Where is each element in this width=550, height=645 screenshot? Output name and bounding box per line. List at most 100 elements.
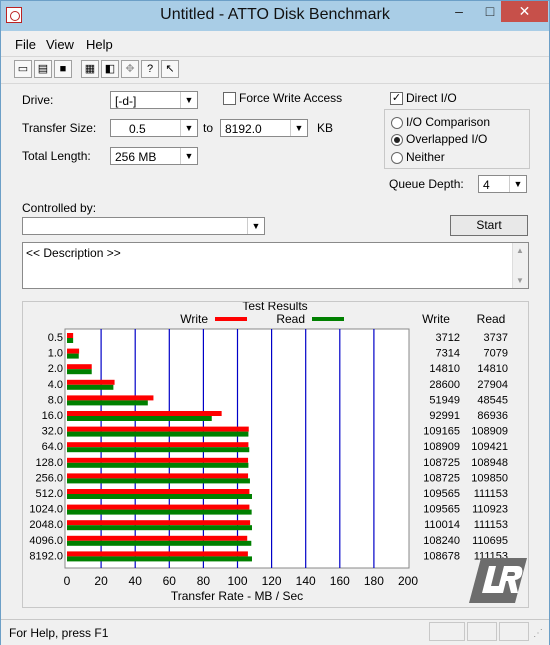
category-label: 8.0 <box>48 394 63 406</box>
move-icon[interactable]: ✥ <box>121 60 139 78</box>
transfer-from-select[interactable]: 0.5 ▼ <box>110 119 198 137</box>
category-label: 2.0 <box>48 363 63 375</box>
x-tick-label: 100 <box>227 574 247 588</box>
write-value: 51949 <box>429 394 460 406</box>
overlapped-io-label: Overlapped I/O <box>406 132 488 146</box>
read-bar <box>67 400 148 406</box>
description-text: << Description >> <box>26 246 121 260</box>
queue-depth-select[interactable]: 4 ▼ <box>478 175 527 193</box>
read-value: 111153 <box>474 488 508 500</box>
chart-category-labels: 0.5 1.0 2.0 4.0 8.0 16.0 32.0 64.0 128.0 256.0 512… <box>29 332 63 562</box>
write-value: 108678 <box>423 550 460 562</box>
category-label: 512.0 <box>35 488 63 500</box>
chevron-down-icon: ▼ <box>290 120 307 136</box>
save-icon[interactable]: ■ <box>54 60 72 78</box>
total-length-select[interactable]: 256 MB ▼ <box>110 147 198 165</box>
write-value: 108725 <box>423 457 460 469</box>
title-bar[interactable]: Untitled - ATTO Disk Benchmark – □ ✕ <box>1 1 549 31</box>
read-value: 27904 <box>477 379 508 391</box>
app-window: Untitled - ATTO Disk Benchmark – □ ✕ Fil… <box>0 0 550 645</box>
write-bar <box>67 348 80 354</box>
write-value: 3712 <box>436 332 460 344</box>
category-label: 8192.0 <box>29 550 63 562</box>
category-label: 1.0 <box>48 348 63 360</box>
category-label: 256.0 <box>35 472 63 484</box>
radio-io-comparison[interactable] <box>391 117 403 129</box>
start-label: Start <box>476 218 502 232</box>
menu-file[interactable]: File <box>15 37 36 52</box>
resize-grip-icon[interactable]: ⋰ <box>533 628 543 639</box>
print-preview-icon[interactable]: ◧ <box>101 60 119 78</box>
x-tick-label: 80 <box>197 574 211 588</box>
menu-view[interactable]: View <box>46 37 74 52</box>
chart-x-tick-labels: 0 20 40 60 80 100 120 140 160 180 200 <box>64 574 419 588</box>
read-bar <box>67 478 250 484</box>
column-header-read: Read <box>477 312 506 326</box>
read-value: 110695 <box>472 535 508 547</box>
status-pane-1 <box>429 622 465 641</box>
scroll-up-icon[interactable]: ▲ <box>516 246 524 255</box>
read-value: 48545 <box>477 394 508 406</box>
direct-io-label: Direct I/O <box>406 91 457 105</box>
status-pane-2 <box>467 622 497 641</box>
category-label: 16.0 <box>42 410 63 422</box>
transfer-to-select[interactable]: 8192.0 ▼ <box>220 119 308 137</box>
read-bar <box>67 384 114 390</box>
read-bar <box>67 447 250 453</box>
print-icon[interactable]: ▦ <box>81 60 99 78</box>
write-value: 108725 <box>423 472 460 484</box>
status-text: For Help, press F1 <box>9 626 109 640</box>
write-value: 7314 <box>436 348 460 360</box>
write-value: 108240 <box>423 535 460 547</box>
write-bar <box>67 520 251 526</box>
description-scrollbar[interactable]: ▲ ▼ <box>512 243 528 288</box>
close-button[interactable]: ✕ <box>501 1 548 22</box>
queue-depth-label: Queue Depth: <box>389 177 464 191</box>
chevron-down-icon: ▼ <box>180 92 197 108</box>
description-field[interactable]: << Description >> ▲ ▼ <box>22 242 529 289</box>
chevron-down-icon: ▼ <box>180 120 197 136</box>
radio-neither[interactable] <box>391 152 403 164</box>
read-value: 108948 <box>471 457 508 469</box>
read-bar <box>67 556 252 562</box>
write-value: 14810 <box>429 363 460 375</box>
write-value: 28600 <box>429 379 460 391</box>
legend-read-label: Read <box>276 312 305 326</box>
write-value: 110014 <box>424 519 460 531</box>
read-bar <box>67 525 252 531</box>
new-icon[interactable]: ▭ <box>14 60 32 78</box>
x-tick-label: 180 <box>364 574 384 588</box>
write-value: 109165 <box>423 426 460 438</box>
controlled-by-select[interactable]: ▼ <box>22 217 265 235</box>
x-tick-label: 20 <box>94 574 108 588</box>
chevron-down-icon: ▼ <box>247 218 264 234</box>
start-button[interactable]: Start <box>450 215 528 236</box>
context-help-icon[interactable]: ↖ <box>161 60 179 78</box>
open-icon[interactable]: ▤ <box>34 60 52 78</box>
read-value: 108909 <box>471 426 508 438</box>
help-icon[interactable]: ? <box>141 60 159 78</box>
minimize-button[interactable]: – <box>444 1 474 22</box>
write-bar <box>67 379 115 385</box>
io-comparison-label: I/O Comparison <box>406 115 491 129</box>
drive-select[interactable]: [-d-] ▼ <box>110 91 198 109</box>
write-bar <box>67 489 250 494</box>
read-value: 3737 <box>484 332 508 344</box>
read-bar <box>67 369 92 375</box>
write-bar <box>67 551 248 557</box>
test-results-panel: 0.5 1.0 2.0 4.0 8.0 16.0 32.0 64.0 128.0 256.0 512… <box>22 301 529 608</box>
write-bar <box>67 504 250 510</box>
category-label: 32.0 <box>42 426 63 438</box>
scroll-down-icon[interactable]: ▼ <box>516 276 524 285</box>
force-write-checkbox[interactable] <box>223 92 236 105</box>
radio-overlapped-io[interactable] <box>391 134 403 146</box>
write-bar <box>67 364 92 370</box>
menu-help[interactable]: Help <box>86 37 113 52</box>
category-label: 128.0 <box>35 457 63 469</box>
x-tick-label: 120 <box>262 574 282 588</box>
status-bar: For Help, press F1 ⋰ <box>1 619 549 645</box>
x-tick-label: 40 <box>129 574 143 588</box>
drive-label: Drive: <box>22 93 54 107</box>
direct-io-checkbox[interactable]: ✓ <box>390 92 403 105</box>
read-value: 111153 <box>474 519 508 531</box>
